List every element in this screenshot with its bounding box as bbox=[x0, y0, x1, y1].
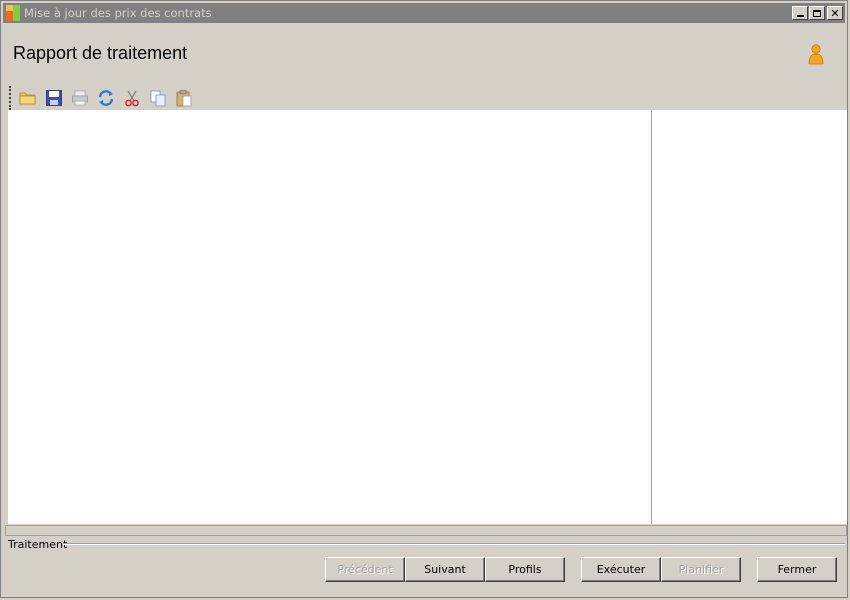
app-window: Mise à jour des prix des contrats ✕ Rapp… bbox=[0, 0, 848, 598]
copy-icon bbox=[150, 90, 166, 107]
close-window-button[interactable]: ✕ bbox=[827, 6, 843, 20]
save-button[interactable] bbox=[43, 87, 65, 109]
minimize-button[interactable] bbox=[792, 6, 808, 20]
title-bar[interactable]: Mise à jour des prix des contrats ✕ bbox=[3, 3, 845, 23]
progress-bar bbox=[5, 525, 847, 536]
maximize-button[interactable] bbox=[809, 6, 825, 20]
app-icon bbox=[6, 5, 22, 21]
paste-icon bbox=[176, 90, 192, 107]
window-title: Mise à jour des prix des contrats bbox=[24, 6, 212, 20]
open-button[interactable] bbox=[17, 87, 39, 109]
toolbar bbox=[9, 86, 199, 110]
print-icon bbox=[72, 90, 88, 106]
save-icon bbox=[46, 90, 62, 106]
next-button[interactable]: Suivant bbox=[405, 557, 485, 582]
refresh-icon bbox=[98, 90, 114, 106]
profiles-button[interactable]: Profils bbox=[485, 557, 565, 582]
schedule-button[interactable]: Planifier bbox=[661, 557, 741, 582]
refresh-button[interactable] bbox=[95, 87, 117, 109]
close-button[interactable]: Fermer bbox=[757, 557, 837, 582]
close-icon: ✕ bbox=[830, 6, 840, 20]
group-label: Traitement bbox=[8, 538, 68, 551]
page-title: Rapport de traitement bbox=[13, 43, 188, 63]
previous-button[interactable]: Précédent bbox=[325, 557, 405, 582]
paste-button[interactable] bbox=[173, 87, 195, 109]
toolbar-grip[interactable] bbox=[9, 86, 11, 110]
report-panel[interactable] bbox=[8, 110, 652, 524]
minimize-icon bbox=[796, 15, 804, 17]
execute-button[interactable]: Exécuter bbox=[581, 557, 661, 582]
maximize-icon bbox=[813, 9, 821, 17]
cut-icon bbox=[125, 90, 139, 107]
user-icon bbox=[807, 44, 825, 66]
cut-button[interactable] bbox=[121, 87, 143, 109]
side-panel[interactable] bbox=[652, 110, 847, 524]
copy-button[interactable] bbox=[147, 87, 169, 109]
open-folder-icon bbox=[19, 92, 36, 105]
print-button[interactable] bbox=[69, 87, 91, 109]
